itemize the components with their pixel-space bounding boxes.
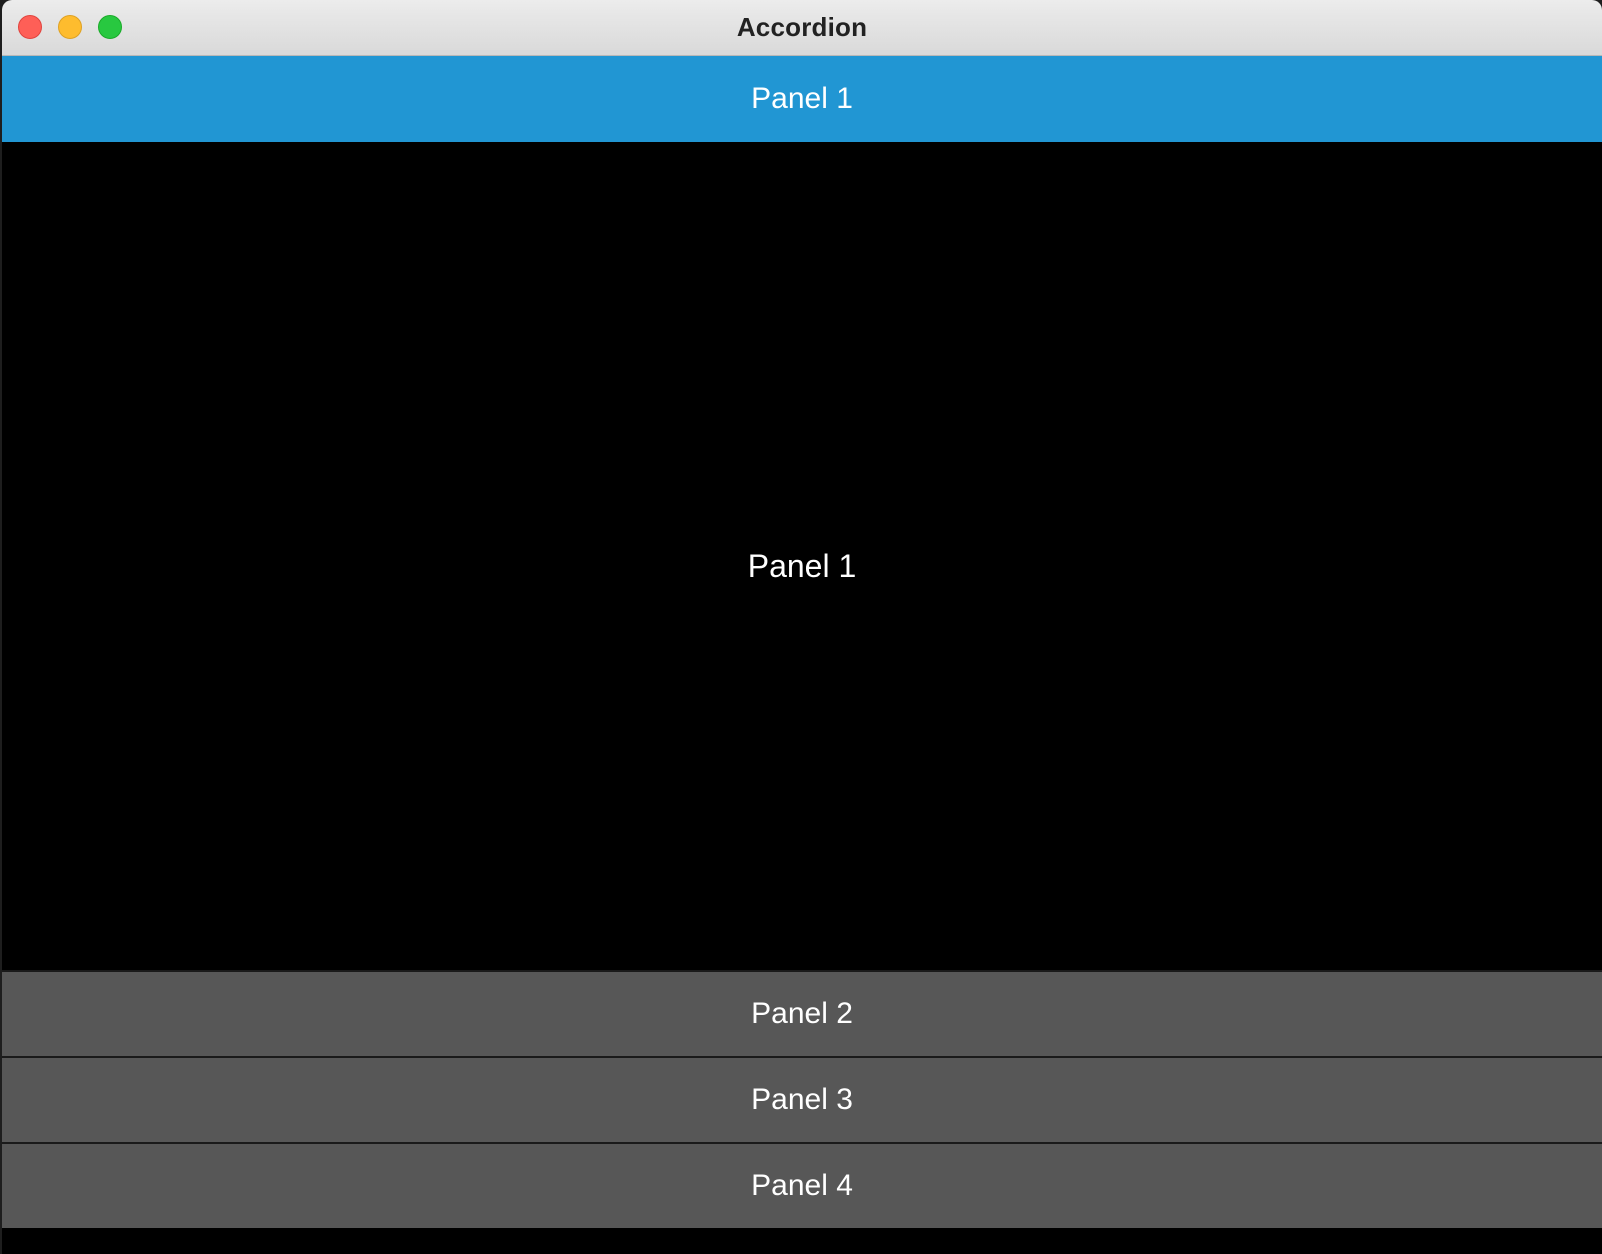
accordion: Panel 1 Panel 1 Panel 2 Panel 3 Panel 4: [2, 56, 1602, 1254]
panel-3-header[interactable]: Panel 3: [2, 1056, 1602, 1142]
panel-1-content-text: Panel 1: [747, 547, 857, 584]
panel-4-header[interactable]: Panel 4: [2, 1142, 1602, 1228]
title-bar[interactable]: Accordion: [2, 0, 1602, 56]
panel-1-header[interactable]: Panel 1: [2, 56, 1602, 142]
window-title: Accordion: [736, 12, 868, 42]
app-window: Accordion Panel 1 Panel 1 Panel 2 Panel …: [2, 0, 1602, 1254]
panel-2-header[interactable]: Panel 2: [2, 970, 1602, 1056]
panel-1-content: Panel 1: [2, 142, 1602, 990]
